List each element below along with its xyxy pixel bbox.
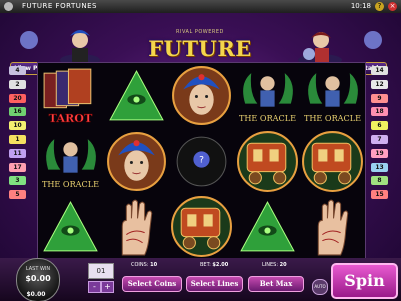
- menu-icon[interactable]: [4, 2, 13, 11]
- payline-badge[interactable]: 14: [371, 66, 388, 75]
- balance: $0.00: [26, 291, 46, 298]
- reel-3: ?: [169, 63, 234, 259]
- mystic-figure-right: [298, 32, 342, 62]
- payline-badge[interactable]: 13: [371, 162, 388, 172]
- last-win-value: $0.00: [25, 274, 51, 283]
- caravan-symbol: [235, 129, 300, 194]
- last-win-label: LAST WIN: [25, 266, 51, 272]
- fortune-teller-symbol: [104, 129, 169, 194]
- reel-5: THE ORACLE: [300, 63, 365, 259]
- lines-info: LINES: 20: [262, 262, 287, 268]
- pyramid-symbol: [104, 63, 169, 128]
- reels-area: TAROT THE ORACLE ? THE ORACLE THE ORACLE: [37, 62, 366, 260]
- caravan-symbol: [300, 129, 365, 194]
- header: RIVAL POWERED FUTURE FORTUNES View Payta…: [0, 13, 401, 86]
- payline-badge[interactable]: 15: [371, 190, 388, 200]
- tarot-label: TAROT: [49, 112, 93, 125]
- payline-badge[interactable]: 19: [371, 148, 388, 158]
- close-button[interactable]: ×: [388, 2, 397, 11]
- bet-info: BET: $2.00: [200, 262, 228, 268]
- bet-max-button[interactable]: Bet Max: [248, 276, 304, 292]
- palm-symbol: [104, 194, 169, 259]
- brand-label: RIVAL POWERED: [176, 29, 224, 35]
- fortune-teller-symbol: [169, 63, 234, 128]
- payline-indicators-left: 4 2 20 16 10 1 11 17 3 5: [9, 66, 26, 204]
- help-button[interactable]: ?: [375, 2, 384, 11]
- oracle-symbol: THE ORACLE: [235, 63, 300, 128]
- reel-1: TAROT THE ORACLE: [38, 63, 103, 259]
- coin-value-display: 01: [88, 263, 114, 279]
- oracle-symbol: THE ORACLE: [300, 63, 365, 128]
- auto-button[interactable]: AUTO: [312, 279, 328, 295]
- coin-minus-button[interactable]: -: [88, 281, 101, 293]
- payline-badge[interactable]: 3: [9, 176, 26, 186]
- mystic-figure-left: [60, 30, 100, 62]
- payline-badge[interactable]: 6: [371, 121, 388, 131]
- oracle-label: THE ORACLE: [42, 178, 99, 188]
- select-lines-button[interactable]: Select Lines: [186, 276, 243, 292]
- payline-badge[interactable]: 17: [9, 162, 26, 172]
- caravan-symbol: [169, 194, 234, 259]
- pyramid-symbol: [38, 194, 103, 259]
- payline-indicators-right: 14 12 9 18 6 7 19 13 8 15: [371, 66, 388, 204]
- payline-badge[interactable]: 9: [371, 93, 388, 103]
- payline-badge[interactable]: 2: [9, 79, 26, 89]
- payline-badge[interactable]: 12: [371, 79, 388, 89]
- lines-value: 20: [279, 262, 287, 268]
- coins-info: COINS: 10: [131, 262, 157, 268]
- payline-badge[interactable]: 8: [371, 176, 388, 186]
- payline-badge[interactable]: 4: [9, 66, 26, 75]
- coins-label: COINS:: [131, 262, 149, 268]
- bet-value: $2.00: [212, 262, 229, 268]
- oracle-symbol: THE ORACLE: [38, 129, 103, 194]
- payline-badge[interactable]: 5: [9, 190, 26, 200]
- clock: 10:18: [350, 2, 371, 10]
- coin-plus-button[interactable]: +: [101, 281, 114, 293]
- bet-label: BET:: [200, 262, 211, 268]
- payline-badge[interactable]: 20: [9, 93, 26, 103]
- select-coins-button[interactable]: Select Coins: [122, 276, 182, 292]
- palm-symbol: [300, 194, 365, 259]
- crystal-ball-icon: [20, 31, 38, 49]
- payline-badge[interactable]: 7: [371, 134, 388, 144]
- crystal-ball-icon: [364, 31, 382, 49]
- title-bar: FUTURE FORTUNES 10:18 ? ×: [0, 0, 401, 13]
- reel-4: THE ORACLE: [235, 63, 300, 259]
- payline-badge[interactable]: 11: [9, 148, 26, 158]
- game-window: FUTURE FORTUNES 10:18 ? × RIVAL POWERED …: [0, 0, 401, 301]
- eight-ball-symbol: ?: [169, 129, 234, 194]
- payline-badge[interactable]: 10: [9, 121, 26, 131]
- svg-text:?: ?: [199, 155, 204, 165]
- lines-label: LINES:: [262, 262, 279, 268]
- oracle-label: THE ORACLE: [238, 113, 295, 123]
- window-title: FUTURE FORTUNES: [22, 2, 97, 10]
- pyramid-symbol: [235, 194, 300, 259]
- payline-badge[interactable]: 1: [9, 134, 26, 144]
- coins-value: 10: [150, 262, 158, 268]
- reel-2: [104, 63, 169, 259]
- payline-badge[interactable]: 16: [9, 107, 26, 117]
- payline-badge[interactable]: 18: [371, 107, 388, 117]
- tarot-symbol: TAROT: [38, 63, 103, 128]
- spin-button[interactable]: Spin: [331, 263, 398, 299]
- oracle-label: THE ORACLE: [304, 113, 361, 123]
